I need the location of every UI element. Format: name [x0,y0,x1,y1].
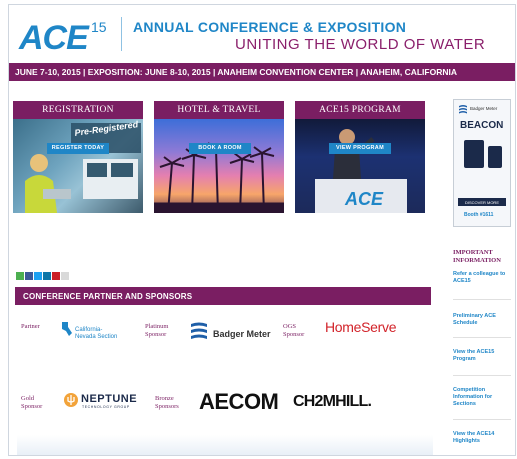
conference-title: ANNUAL CONFERENCE & EXPOSITION [133,19,407,35]
homeserve-logo[interactable]: HomeServe [325,319,397,335]
program-image[interactable]: ACE [295,119,425,213]
california-nevada-logo-icon [62,322,72,336]
ad-phone-image [488,146,502,168]
badger-meter-icon [191,322,207,339]
gold-label: Gold Sponsor [21,395,43,410]
ad-product: BEACON [460,120,504,131]
facebook-icon[interactable] [25,272,33,280]
sidebar-separator [453,419,511,420]
partner-name: California-Nevada Section [75,327,118,340]
ch2mhill-logo[interactable]: CH2MHILL. [293,393,372,411]
neptune-name: NEPTUNE [81,393,138,405]
page-bottom-fade [17,435,433,455]
hotel-card: HOTEL & TRAVEL [154,101,284,213]
hotel-image[interactable] [154,119,284,213]
register-today-button[interactable]: REGISTER TODAY [47,143,109,154]
ad-booth: Booth #1611 [464,212,494,218]
link-refer-colleague[interactable]: Refer a colleague to ACE15 [453,271,511,285]
link-preliminary-schedule[interactable]: Preliminary ACE Schedule [453,313,511,327]
neptune-icon [64,393,78,407]
linkedin-icon[interactable] [43,272,51,280]
page-frame: ACE 15 ANNUAL CONFERENCE & EXPOSITION UN… [8,4,516,456]
sponsors-heading: CONFERENCE PARTNER AND SPONSORS [15,287,431,305]
twitter-icon[interactable] [34,272,42,280]
bronze-label: Bronze Sponsors [155,395,179,410]
badger-meter-logo[interactable]: Badger Meter [189,321,279,345]
link-competition-info[interactable]: Competition Information for Sections [453,387,511,408]
share-icon[interactable] [16,272,24,280]
date-bar: JUNE 7-10, 2015 | EXPOSITION: JUNE 8-10,… [9,63,515,81]
link-ace14-highlights[interactable]: View the ACE14 Highlights [453,431,511,445]
ad-tablet-image [464,140,484,168]
sidebar-separator [453,375,511,376]
book-a-room-button[interactable]: BOOK A ROOM [189,143,251,154]
program-card: ACE15 PROGRAM ACE [295,101,425,213]
view-program-button[interactable]: VIEW PROGRAM [329,143,391,154]
platinum-label: Platinum Sponsor [145,323,169,338]
hotel-card-title: HOTEL & TRAVEL [154,101,284,119]
registration-image[interactable]: Pre-Registered [13,119,143,213]
badger-meter-name: Badger Meter [213,329,271,339]
neptune-logo[interactable]: NEPTUNE TECHNOLOGY GROUP [64,391,144,413]
ace-logo-year: 15 [91,19,107,35]
podium-ace-text: ACE [344,189,384,209]
site-header: ACE 15 ANNUAL CONFERENCE & EXPOSITION UN… [9,5,515,63]
ogs-label: OGS Sponsor [283,323,305,338]
social-share-bar [16,267,70,280]
badger-meter-ad[interactable]: Badger Meter BEACON DISCOVER MORE Booth … [453,99,511,227]
discover-more-button[interactable]: DISCOVER MORE [458,198,506,206]
registration-card: REGISTRATION Pre-Registered [13,101,143,213]
header-divider [121,17,122,51]
partner-label: Partner [21,323,40,330]
sidebar-separator [453,337,511,338]
sidebar-separator [453,299,511,300]
important-info-label: IMPORTANT INFORMATION [453,249,501,264]
partner-logo[interactable]: California-Nevada Section [61,319,123,349]
email-icon[interactable] [61,272,69,280]
link-view-program[interactable]: View the ACE15 Program [453,349,511,363]
aecom-logo[interactable]: AECOM [199,389,279,415]
ad-brand-icon [459,105,467,114]
program-card-title: ACE15 PROGRAM [295,101,425,119]
ace-logo[interactable]: ACE [19,19,89,58]
conference-tagline: UNITING THE WORLD OF WATER [235,36,486,53]
ad-brand: Badger Meter [470,106,498,111]
pinterest-icon[interactable] [52,272,60,280]
neptune-subtitle: TECHNOLOGY GROUP [82,405,130,409]
registration-card-title: REGISTRATION [13,101,143,119]
